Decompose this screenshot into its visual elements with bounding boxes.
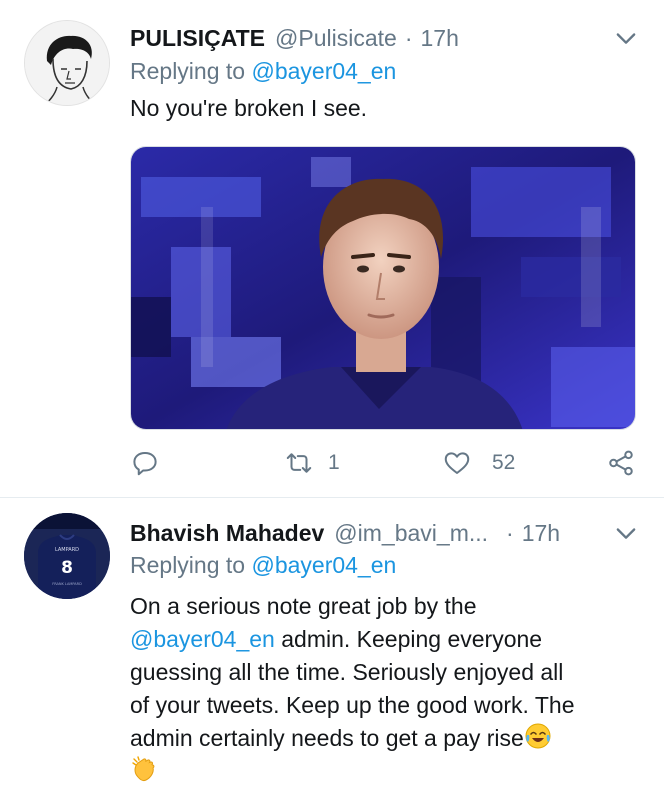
reply-icon — [133, 452, 157, 476]
player-portrait-image — [131, 147, 635, 429]
tweet-text: No you're broken I see. — [130, 95, 368, 121]
tweet-actions: 1 52 — [130, 448, 640, 482]
tweet-text-fragment: admin certainly needs to get a pay rise — [130, 725, 524, 751]
jersey-number: 8 — [61, 558, 73, 578]
heart-icon — [444, 452, 470, 474]
chevron-down-icon[interactable] — [612, 519, 640, 547]
retweet-button[interactable]: 1 — [284, 448, 340, 478]
replying-to: Replying to @bayer04_en — [130, 58, 396, 85]
mention-link[interactable]: @bayer04_en — [251, 552, 396, 578]
tweet-text-line: guessing all the time. Seriously enjoyed… — [130, 659, 564, 685]
avatar[interactable] — [24, 20, 110, 106]
separator: · — [404, 24, 413, 51]
display-name[interactable]: Bhavish Mahadev — [130, 520, 324, 547]
replying-prefix: Replying to — [130, 552, 246, 578]
replying-to: Replying to @bayer04_en — [130, 552, 396, 579]
tweet-text-line: admin certainly needs to get a pay rise — [130, 722, 640, 755]
face-with-tears-of-joy-emoji — [525, 723, 551, 749]
retweet-count: 1 — [328, 451, 340, 474]
like-count: 52 — [492, 451, 516, 474]
tweet-text-line — [130, 755, 640, 790]
timestamp[interactable]: 17h — [522, 520, 560, 547]
replying-prefix: Replying to — [130, 58, 246, 84]
like-button[interactable]: 52 — [442, 448, 515, 478]
tweet-header: Bhavish Mahadev @im_bavi_m... · 17h — [130, 515, 640, 551]
sketch-portrait-icon — [25, 21, 109, 105]
share-icon — [609, 450, 633, 476]
jersey-caption: FRANK LAMPARD — [52, 582, 82, 586]
mention-link[interactable]: @bayer04_en — [130, 626, 275, 652]
timestamp[interactable]: 17h — [421, 25, 459, 52]
separator: · — [506, 519, 514, 546]
clapping-hands-emoji — [132, 756, 155, 782]
retweet-icon — [286, 453, 312, 473]
jersey-name: LAMPARD — [55, 547, 79, 553]
tweet-text: On a serious note great job by the @baye… — [130, 590, 640, 790]
tweet-text-line: @bayer04_en admin. Keeping everyone — [130, 623, 640, 656]
chevron-down-icon[interactable] — [612, 24, 640, 52]
display-name[interactable]: PULISIÇATE — [130, 25, 265, 52]
tweet[interactable]: PULISIÇATE @Pulisicate · 17h Replying to… — [0, 0, 664, 497]
mention-link[interactable]: @bayer04_en — [251, 58, 396, 84]
reply-button[interactable] — [130, 448, 160, 478]
tweet-text-line: of your tweets. Keep up the good work. T… — [130, 692, 575, 718]
user-handle[interactable]: @Pulisicate — [275, 25, 397, 52]
tweet-header: PULISIÇATE @Pulisicate · 17h — [130, 20, 640, 56]
jersey-avatar-icon: LAMPARD 8 FRANK LAMPARD — [24, 513, 110, 599]
avatar[interactable]: LAMPARD 8 FRANK LAMPARD — [24, 513, 110, 599]
tweet-text-line: On a serious note great job by the — [130, 593, 477, 619]
user-handle[interactable]: @im_bavi_m... — [334, 520, 488, 547]
tweet-text-fragment: admin. Keeping everyone — [274, 626, 543, 652]
tweet-image[interactable] — [130, 146, 636, 430]
share-button[interactable] — [606, 448, 636, 478]
